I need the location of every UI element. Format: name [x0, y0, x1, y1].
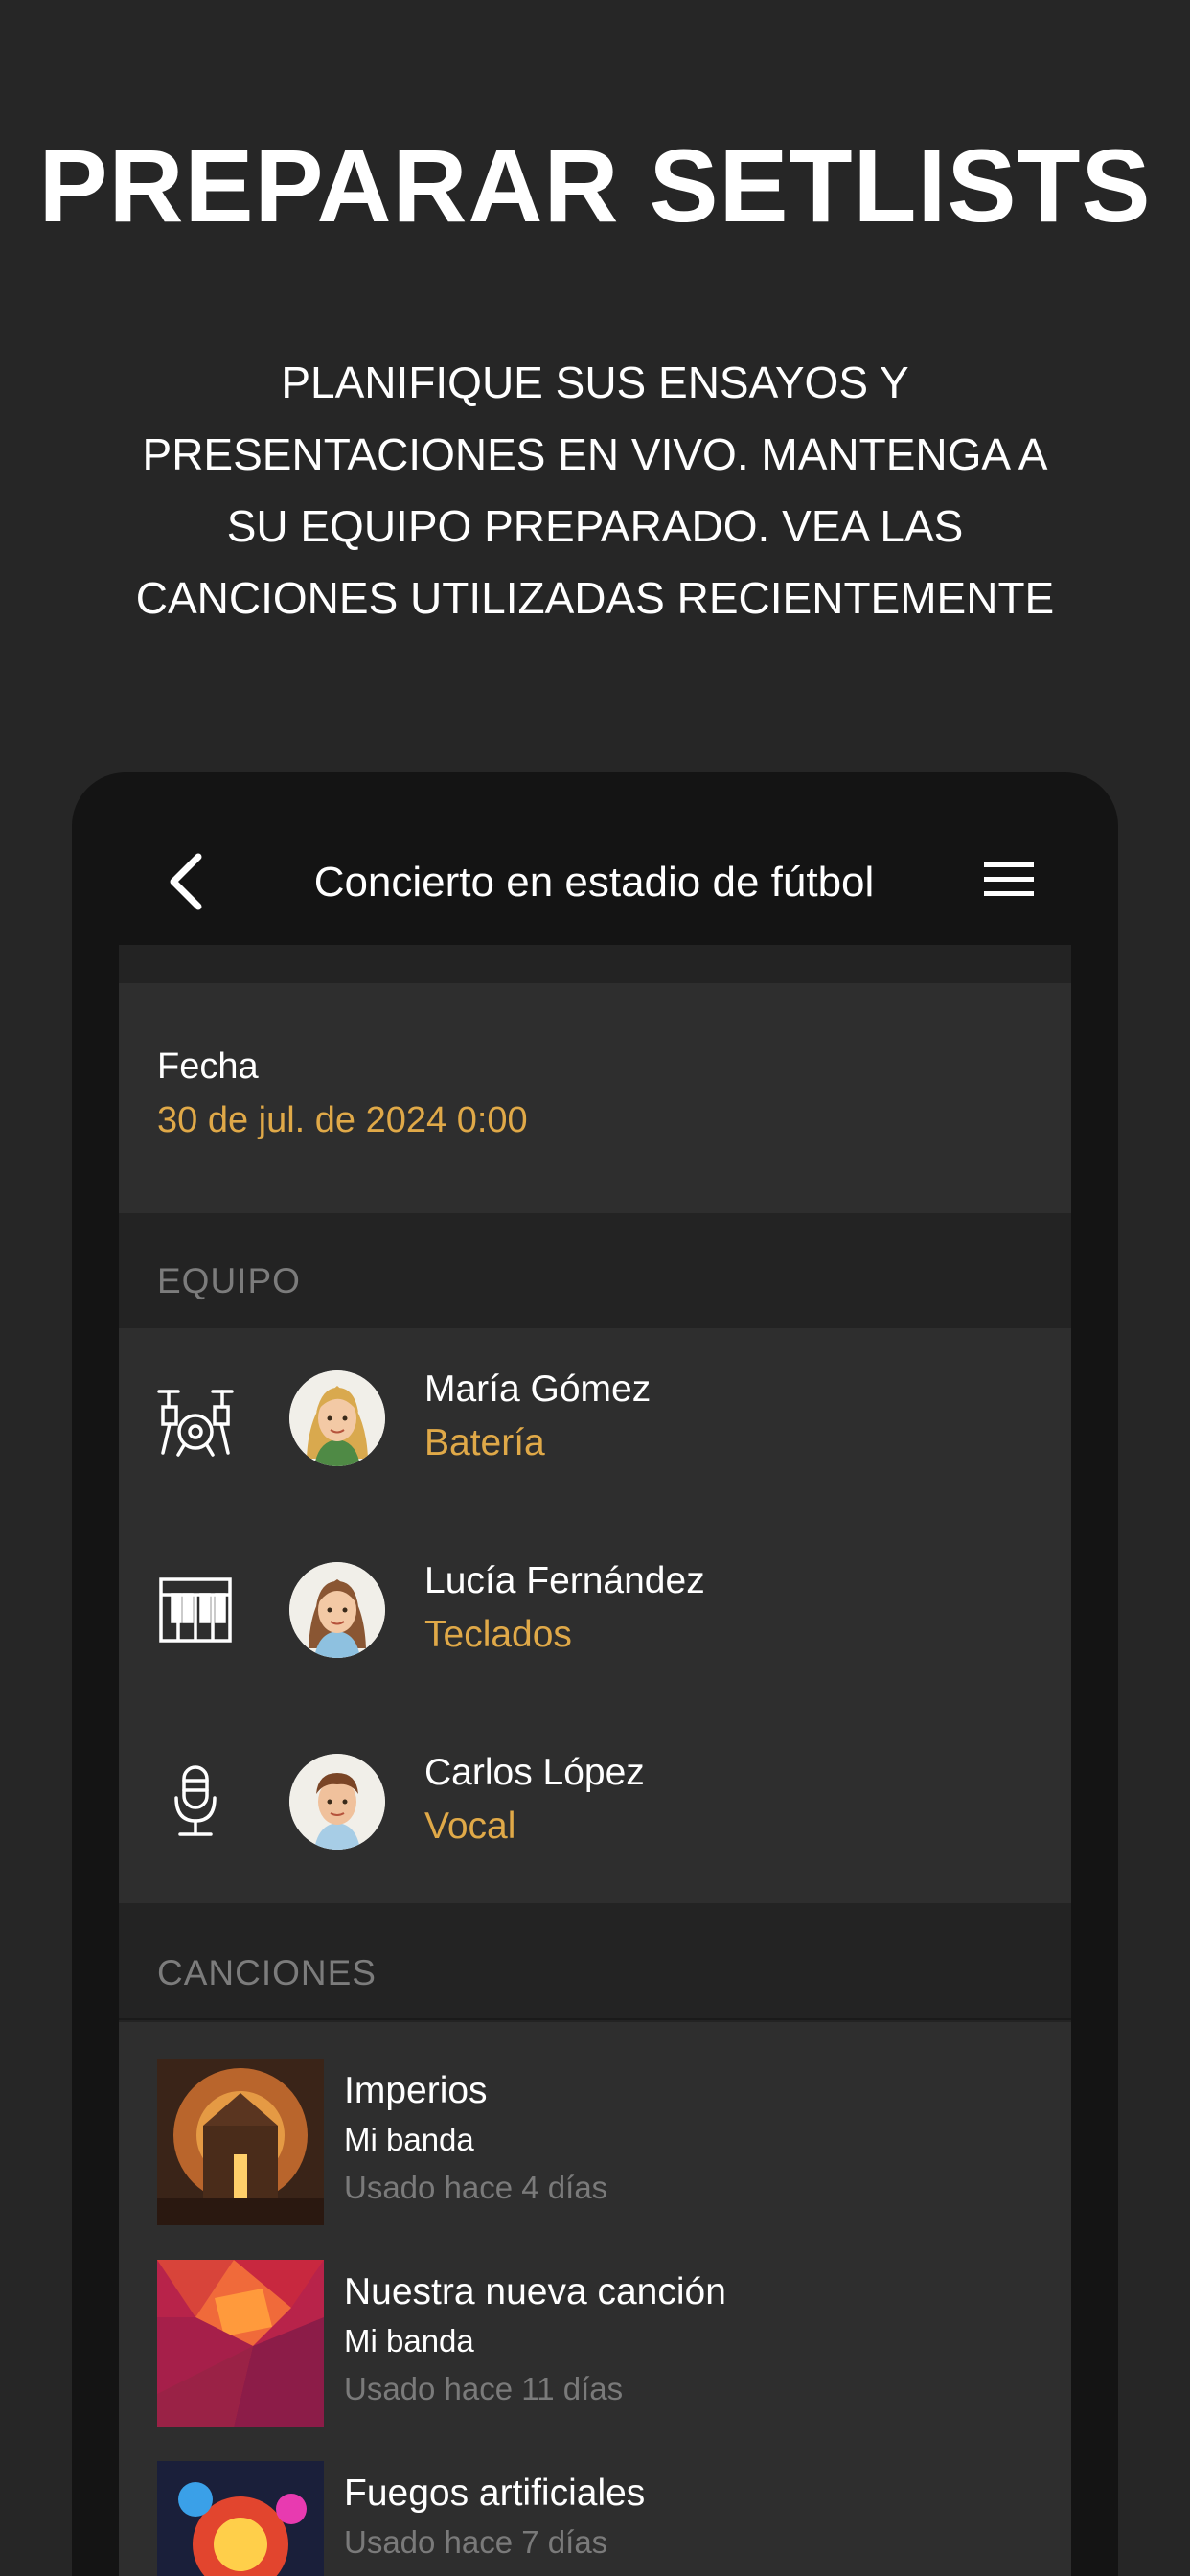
piano-keyboard-icon: [155, 1570, 236, 1650]
date-label: Fecha: [157, 1046, 259, 1087]
team-section-title: EQUIPO: [157, 1261, 301, 1300]
song-item[interactable]: Fuegos artificiales Usado hace 7 días: [119, 2461, 1071, 2576]
member-name: María Gómez: [424, 1368, 652, 1410]
album-cover: [157, 2461, 324, 2576]
member-role: Batería: [424, 1422, 545, 1463]
song-title: Fuegos artificiales: [344, 2472, 646, 2514]
song-last-used: Usado hace 7 días: [344, 2524, 608, 2560]
drum-kit-icon: [155, 1378, 236, 1459]
member-role: Vocal: [424, 1806, 516, 1847]
member-role: Teclados: [424, 1614, 572, 1655]
setlist-screen: Fecha 30 de jul. de 2024 0:00 EQUIPO Mar…: [119, 945, 1071, 2576]
avatar: [289, 1370, 385, 1466]
song-last-used: Usado hace 11 días: [344, 2371, 624, 2406]
member-name: Lucía Fernández: [424, 1560, 705, 1601]
team-member[interactable]: Carlos López Vocal: [119, 1712, 1071, 1903]
promo-subtitle: PLANIFIQUE SUS ENSAYOS Y PRESENTACIONES …: [96, 347, 1094, 634]
song-artist: Mi banda: [344, 2323, 474, 2358]
member-name: Carlos López: [424, 1752, 645, 1793]
chevron-left-icon: [170, 853, 202, 910]
date-card[interactable]: Fecha 30 de jul. de 2024 0:00: [119, 983, 1071, 1213]
album-cover: [157, 2260, 324, 2426]
menu-button[interactable]: [982, 859, 1036, 901]
team-list: María Gómez Batería Lucía Fernández Tecl…: [119, 1328, 1071, 1903]
microphone-icon: [155, 1761, 236, 1842]
song-title: Nuestra nueva canción: [344, 2271, 726, 2312]
avatar: [289, 1754, 385, 1850]
song-item[interactable]: Nuestra nueva canción Mi banda Usado hac…: [119, 2260, 1071, 2461]
song-title: Imperios: [344, 2070, 488, 2111]
songs-section-title: CANCIONES: [157, 1953, 377, 1992]
promo-subtitle-line: PRESENTACIONES EN VIVO. MANTENGA A: [142, 429, 1048, 479]
song-artist: Mi banda: [344, 2122, 474, 2157]
back-button[interactable]: [160, 851, 214, 912]
promo-headline: PREPARAR SETLISTS: [38, 127, 1152, 243]
promo-subtitle-line: PLANIFIQUE SUS ENSAYOS Y: [281, 357, 909, 407]
avatar: [289, 1562, 385, 1658]
hamburger-menu-icon: [984, 862, 1034, 896]
promo-subtitle-line: SU EQUIPO PREPARADO. VEA LAS: [226, 501, 964, 551]
date-value: 30 de jul. de 2024 0:00: [157, 1100, 528, 1140]
song-list: Imperios Mi banda Usado hace 4 días Nues…: [119, 2022, 1071, 2576]
screen-title: Concierto en estadio de fútbol: [313, 859, 875, 906]
team-member[interactable]: María Gómez Batería: [119, 1328, 1071, 1520]
divider: [119, 2018, 1071, 2020]
promo-subtitle-line: CANCIONES UTILIZADAS RECIENTEMENTE: [135, 573, 1055, 623]
navbar: Concierto en estadio de fútbol: [72, 772, 1118, 945]
song-last-used: Usado hace 4 días: [344, 2170, 608, 2205]
phone-mockup: Concierto en estadio de fútbol Fecha 30 …: [72, 772, 1118, 2576]
team-member[interactable]: Lucía Fernández Teclados: [119, 1520, 1071, 1712]
song-item[interactable]: Imperios Mi banda Usado hace 4 días: [119, 2058, 1071, 2260]
album-cover: [157, 2058, 324, 2225]
